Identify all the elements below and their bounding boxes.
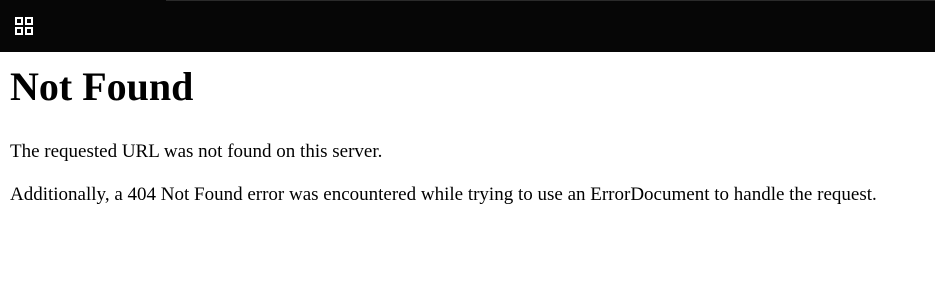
error-content: Not Found The requested URL was not foun… [0, 64, 935, 207]
grid-apps-icon [15, 17, 33, 35]
error-message: The requested URL was not found on this … [10, 141, 383, 162]
error-detail: Additionally, a 404 Not Found error was … [10, 184, 877, 205]
page-title: Not Found [10, 64, 194, 109]
apps-menu-button[interactable] [8, 10, 40, 42]
top-bar [0, 0, 935, 52]
